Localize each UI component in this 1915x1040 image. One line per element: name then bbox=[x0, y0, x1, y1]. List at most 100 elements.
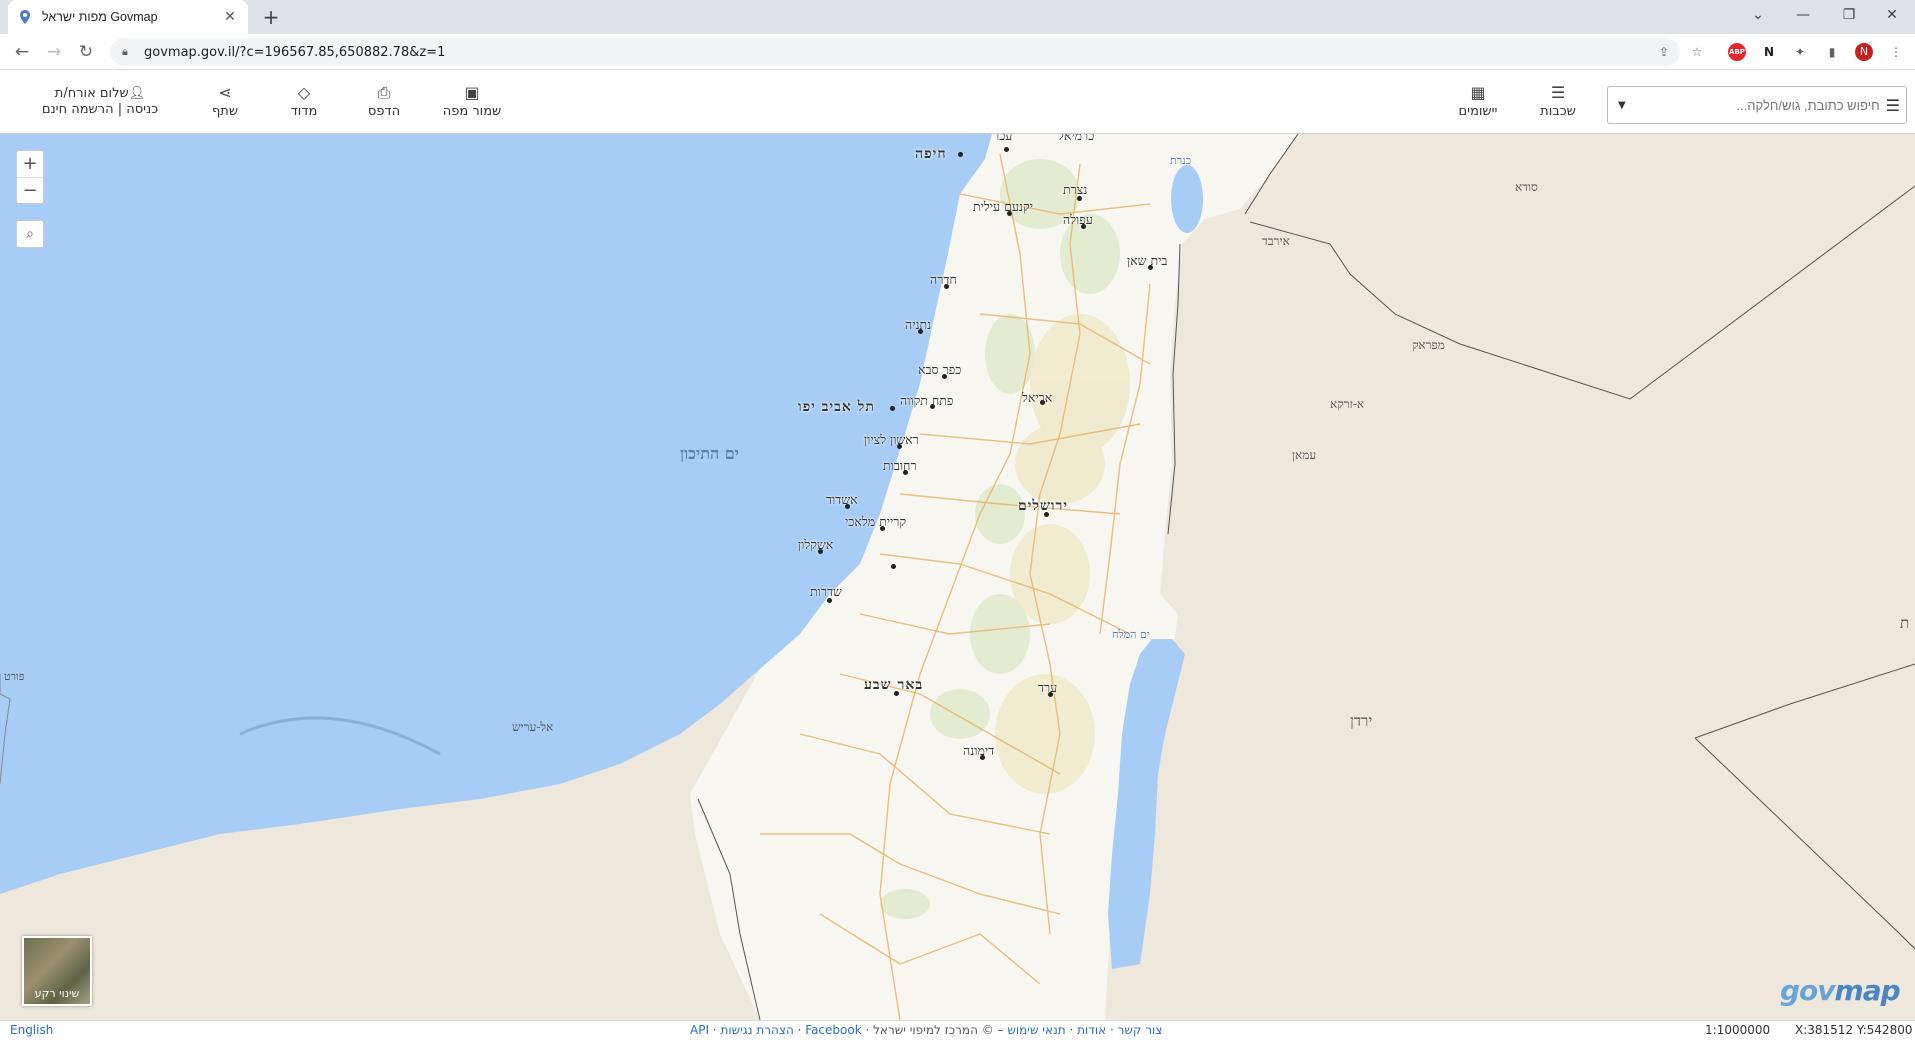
login-greeting: שלום אורח/ת bbox=[54, 86, 129, 101]
profile-avatar[interactable]: N bbox=[1855, 43, 1873, 61]
city-label: פתח תקווה bbox=[900, 393, 954, 408]
print-button[interactable]: ⎙ הדפס bbox=[364, 84, 404, 128]
city-label: דימונה bbox=[963, 743, 995, 758]
bookmark-star-icon[interactable]: ☆ bbox=[1688, 43, 1706, 61]
city-label: כרמיאל bbox=[1058, 134, 1095, 143]
basemap-switcher[interactable]: שינוי רקע bbox=[22, 936, 92, 1006]
measure-button[interactable]: ◇ מדוד bbox=[284, 84, 324, 128]
city-dot bbox=[1077, 196, 1082, 201]
chevron-down-icon[interactable]: ▼ bbox=[1618, 100, 1626, 111]
share-page-icon[interactable]: ⇪ bbox=[1655, 43, 1673, 61]
zoom-to-area-icon[interactable]: ⌕ bbox=[16, 220, 44, 248]
logo-map-text: map bbox=[1834, 974, 1901, 1007]
browser-tab-bar: מפות ישראל Govmap ✕ + ⌄ — ❐ ✕ bbox=[0, 0, 1915, 34]
app-toolbar: 👤︎שלום אורח/ת כניסה | הרשמה חינם ⋖ שתף ◇… bbox=[0, 70, 1915, 134]
tab-title: מפות ישראל Govmap bbox=[42, 10, 158, 24]
minimize-icon[interactable]: — bbox=[1780, 0, 1826, 30]
city-label: תל אביב יפו bbox=[798, 399, 875, 415]
map-geography bbox=[0, 134, 1915, 1020]
city-label: עכו bbox=[996, 134, 1013, 143]
printer-icon: ⎙ bbox=[377, 83, 391, 102]
zoom-out-button[interactable]: − bbox=[17, 177, 43, 203]
grid-icon: ▦ bbox=[1470, 83, 1486, 102]
sea-label: ים התיכון bbox=[680, 444, 739, 463]
scale-readout: 1:1000000 bbox=[1705, 1023, 1771, 1037]
logo-gov-text: gov bbox=[1780, 974, 1836, 1007]
city-dot bbox=[827, 598, 832, 603]
close-window-icon[interactable]: ✕ bbox=[1869, 0, 1915, 30]
apps-button[interactable]: ▦ יישומים bbox=[1450, 84, 1506, 128]
city-dot bbox=[903, 470, 908, 475]
city-dot bbox=[1048, 692, 1053, 697]
terms-link[interactable]: תנאי שימוש bbox=[1007, 1023, 1065, 1037]
city-label: נצרת bbox=[1063, 182, 1088, 197]
side-panel-icon[interactable]: ▮ bbox=[1823, 43, 1841, 61]
url-field[interactable]: 🔒︎ govmap.gov.il/?c=196567.85,650882.78&… bbox=[110, 38, 1680, 66]
reload-icon[interactable]: ↻ bbox=[74, 40, 98, 64]
english-link[interactable]: English bbox=[10, 1021, 53, 1039]
forward-icon[interactable]: → bbox=[42, 40, 66, 64]
footer-links: API · הצהרת נגישות · Facebook · צור קשר … bbox=[690, 1023, 1163, 1037]
print-label: הדפס bbox=[367, 104, 401, 119]
city-dot bbox=[890, 406, 895, 411]
place-label: א-זרקא bbox=[1330, 397, 1365, 411]
place-label: ת bbox=[1900, 614, 1910, 632]
city-label: אריאל bbox=[1022, 390, 1053, 405]
zoom-in-button[interactable]: + bbox=[17, 151, 43, 177]
api-link[interactable]: API bbox=[690, 1023, 709, 1037]
share-button[interactable]: ⋖ שתף bbox=[205, 84, 245, 128]
back-icon[interactable]: ← bbox=[10, 40, 34, 64]
tab-search-icon[interactable]: ⌄ bbox=[1735, 0, 1781, 30]
city-dot bbox=[1148, 265, 1153, 270]
city-dot bbox=[1004, 147, 1009, 152]
about-link[interactable]: אודות bbox=[1077, 1023, 1106, 1037]
measure-label: מדוד bbox=[290, 104, 318, 119]
city-label: אשדוד bbox=[826, 492, 858, 507]
address-bar: ← → ↻ 🔒︎ govmap.gov.il/?c=196567.85,6508… bbox=[0, 34, 1915, 70]
url-text: govmap.gov.il/?c=196567.85,650882.78&z=1 bbox=[144, 44, 446, 60]
facebook-link[interactable]: Facebook bbox=[805, 1023, 861, 1037]
chrome-menu-icon[interactable]: ⋮ bbox=[1887, 43, 1905, 61]
search-input[interactable] bbox=[1625, 97, 1880, 113]
measure-icon: ◇ bbox=[297, 83, 311, 102]
place-label: פורט bbox=[4, 670, 25, 683]
city-label: יקנעם עילית bbox=[973, 199, 1033, 214]
city-dot bbox=[980, 755, 985, 760]
new-tab-icon[interactable]: + bbox=[258, 4, 284, 30]
restore-icon[interactable]: ❐ bbox=[1826, 0, 1872, 30]
city-label: קריית מלאכי bbox=[845, 514, 907, 529]
dead-sea-label: ים המלח bbox=[1112, 628, 1150, 641]
accessibility-link[interactable]: הצהרת נגישות bbox=[720, 1023, 793, 1037]
map-canvas[interactable]: ים התיכון כנרת ים המלח עכו כרמיאל חיפה נ… bbox=[0, 134, 1915, 1020]
user-login[interactable]: 👤︎שלום אורח/ת כניסה | הרשמה חינם bbox=[30, 86, 170, 118]
apps-label: יישומים bbox=[1458, 104, 1498, 119]
user-icon: 👤︎ bbox=[128, 86, 146, 101]
city-dot bbox=[930, 404, 935, 409]
notion-icon[interactable]: N bbox=[1760, 43, 1778, 61]
layers-button[interactable]: ☰ שכבות bbox=[1533, 84, 1583, 128]
browser-tab[interactable]: מפות ישראל Govmap ✕ bbox=[8, 0, 248, 34]
share-icon: ⋖ bbox=[218, 83, 232, 102]
search-box[interactable]: ☰ ▼ bbox=[1607, 86, 1907, 124]
contact-link[interactable]: צור קשר bbox=[1118, 1023, 1163, 1037]
extensions-puzzle-icon[interactable]: ✦ bbox=[1791, 43, 1809, 61]
save-map-button[interactable]: ▣ שמור מפה bbox=[438, 84, 506, 128]
govmap-logo: govmap bbox=[1780, 974, 1901, 1007]
city-dot bbox=[880, 526, 885, 531]
login-links[interactable]: כניסה | הרשמה חינם bbox=[30, 102, 170, 118]
city-label: אשקלון bbox=[798, 537, 834, 552]
share-label: שתף bbox=[211, 104, 239, 119]
adblock-icon[interactable]: ABP bbox=[1728, 43, 1746, 61]
zoom-control: + − bbox=[16, 150, 44, 204]
place-label: סודא bbox=[1515, 180, 1538, 194]
place-label: אירבד bbox=[1262, 234, 1290, 248]
map-pin-icon bbox=[18, 10, 32, 24]
city-dot bbox=[1081, 224, 1086, 229]
city-dot bbox=[818, 549, 823, 554]
search-menu-icon[interactable]: ☰ bbox=[1886, 96, 1900, 115]
close-tab-icon[interactable]: ✕ bbox=[222, 9, 238, 25]
city-label: ראשון לציון bbox=[864, 432, 919, 447]
basemap-label: שינוי רקע bbox=[34, 987, 80, 1000]
place-label: אל-עריש bbox=[512, 720, 554, 734]
city-label: שדרות bbox=[810, 584, 842, 599]
